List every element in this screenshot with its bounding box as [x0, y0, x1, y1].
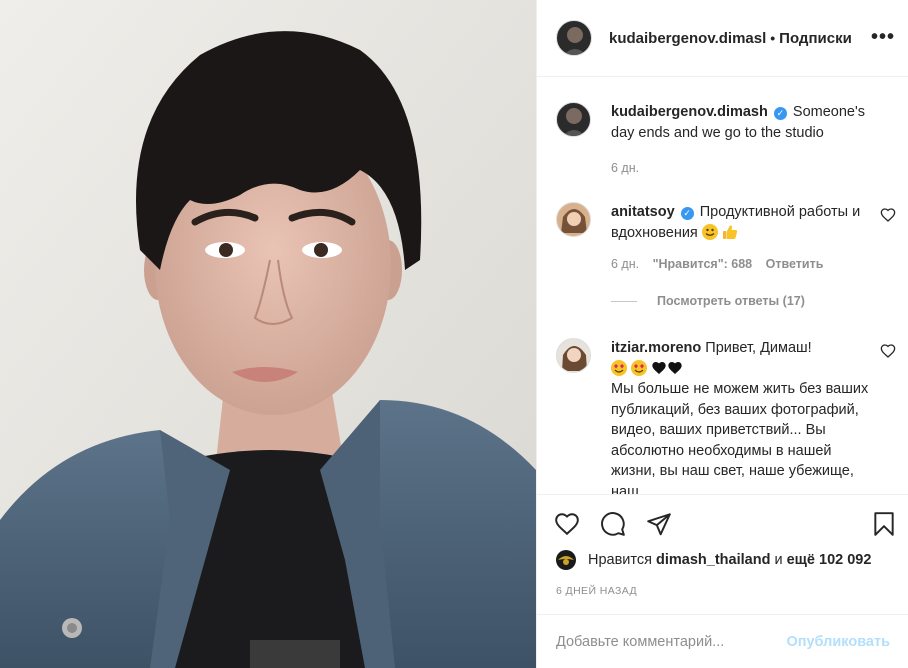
post-sidebar: kudaibergenov.dimasl • Подписки ••• kuda… — [536, 0, 908, 668]
avatar-image — [562, 346, 587, 371]
likes-summary: Нравится dimash_thailand и ещё 102 092 — [556, 550, 871, 570]
commenter-avatar[interactable] — [556, 202, 591, 237]
author-username[interactable]: kudaibergenov.dimasl — [609, 30, 766, 47]
caption-avatar[interactable] — [556, 102, 591, 137]
avatar-image — [562, 108, 586, 136]
verified-badge-icon: ✓ — [773, 107, 787, 120]
comments-list[interactable]: kudaibergenov.dimash ✓ Someone's day end… — [537, 78, 908, 494]
comment-username[interactable]: anitatsoy — [611, 204, 675, 220]
bookmark-icon[interactable] — [871, 511, 897, 537]
likes-prefix: Нравится — [588, 552, 652, 568]
post-date[interactable]: 6 ДНЕЙ НАЗАД — [556, 585, 637, 597]
smile-emoji-icon — [701, 224, 718, 240]
like-comment-heart-icon[interactable] — [880, 207, 896, 223]
heart-eyes-emoji-icon — [611, 359, 627, 376]
thumbs-up-emoji-icon — [722, 225, 737, 239]
avatar-image — [558, 556, 574, 565]
like-comment-heart-icon[interactable] — [880, 343, 896, 359]
comment-username[interactable]: itziar.moreno — [611, 340, 701, 356]
black-heart-icon — [652, 361, 666, 374]
comment-input[interactable] — [556, 633, 787, 650]
liker-avatar[interactable] — [556, 550, 576, 570]
header-separator: • — [770, 30, 776, 46]
view-replies-label: Посмотреть ответы (17) — [657, 294, 805, 308]
view-replies-button[interactable]: Посмотреть ответы (17) — [611, 294, 805, 308]
comment-icon[interactable] — [600, 511, 626, 537]
heart-icon[interactable] — [554, 511, 580, 537]
comment-likes[interactable]: "Нравится": 688 — [653, 257, 753, 271]
replies-divider — [611, 300, 637, 302]
liker-username[interactable]: dimash_thailand — [656, 552, 770, 568]
post-header: kudaibergenov.dimasl • Подписки ••• — [537, 0, 908, 77]
add-comment-bar: Опубликовать — [537, 614, 908, 668]
caption-username[interactable]: kudaibergenov.dimash — [611, 104, 768, 120]
avatar-image — [561, 209, 587, 233]
heart-eyes-emoji-icon — [631, 359, 648, 376]
reply-button[interactable]: Ответить — [766, 257, 824, 271]
comment-text: Мы больше не можем жить без ваших публик… — [611, 381, 869, 494]
likes-and: и — [774, 552, 783, 568]
following-button[interactable]: Подписки — [779, 30, 852, 47]
verified-badge-icon: ✓ — [680, 207, 694, 220]
comment-text-greeting: Привет, Димаш! — [705, 340, 812, 356]
selfie-image — [0, 0, 536, 668]
more-options-icon[interactable]: ••• — [871, 26, 895, 49]
author-avatar[interactable] — [556, 20, 592, 56]
post-photo[interactable] — [0, 0, 536, 668]
commenter-avatar[interactable] — [556, 338, 591, 373]
black-heart-icon — [668, 361, 682, 374]
paper-plane-icon[interactable] — [646, 511, 672, 537]
post-comment-button[interactable]: Опубликовать — [786, 634, 890, 650]
avatar-image — [563, 27, 587, 55]
likes-count[interactable]: ещё 102 092 — [787, 552, 872, 568]
post-actions: Нравится dimash_thailand и ещё 102 092 6… — [537, 494, 908, 624]
comment-time[interactable]: 6 дн. — [611, 257, 639, 271]
caption-time[interactable]: 6 дн. — [611, 161, 639, 175]
